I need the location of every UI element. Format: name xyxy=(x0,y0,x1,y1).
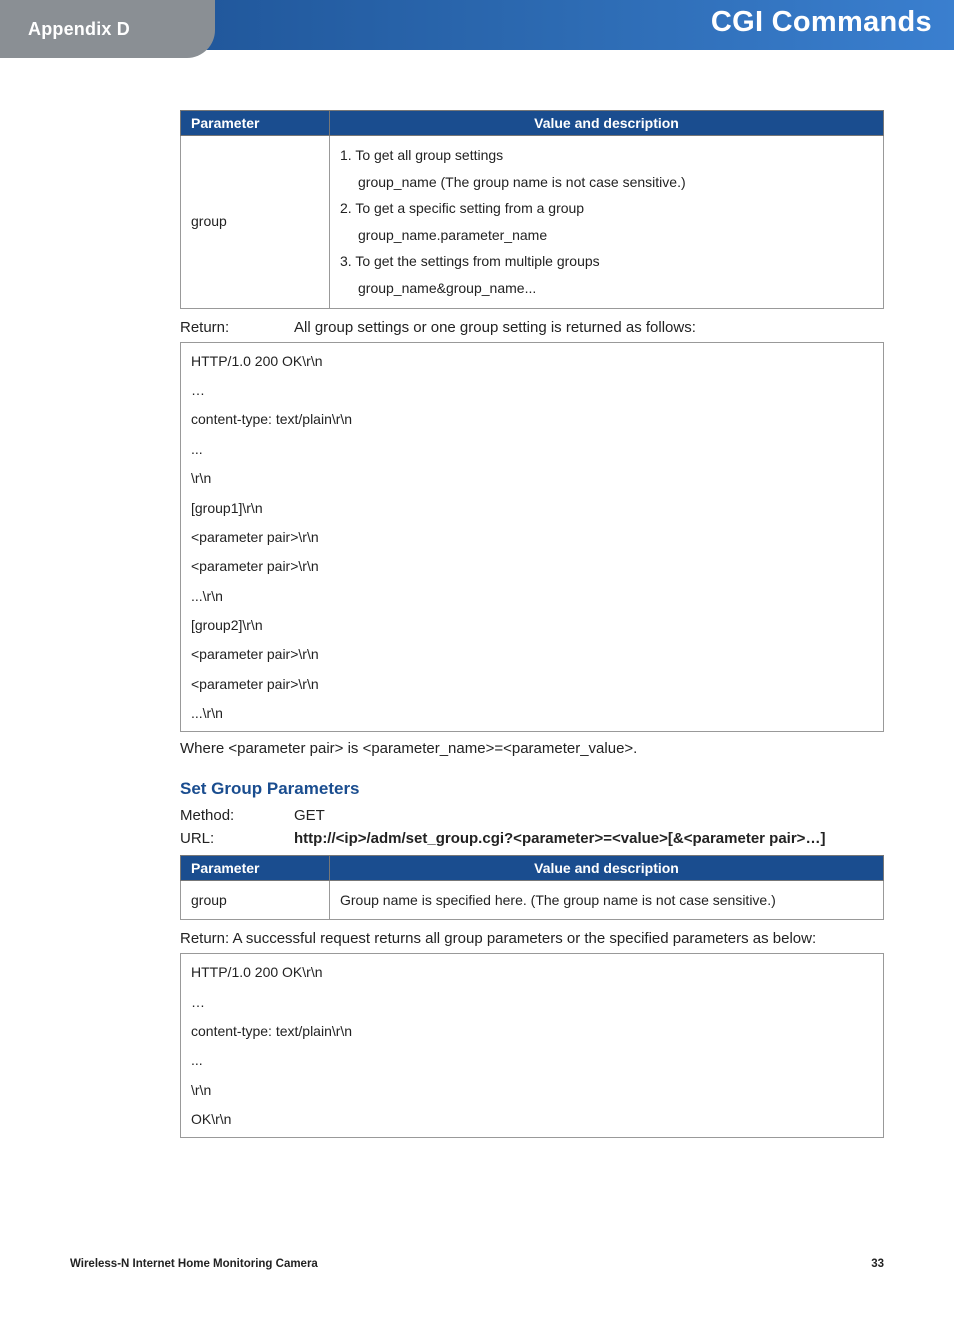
code-line: ...\r\n xyxy=(191,699,873,728)
code-line: … xyxy=(191,988,873,1017)
return-text: All group settings or one group setting … xyxy=(294,319,884,336)
t2-param-cell: group xyxy=(181,880,330,920)
code-line: <parameter pair>\r\n xyxy=(191,523,873,552)
code-line: content-type: text/plain\r\n xyxy=(191,1017,873,1046)
t1-param-cell: group xyxy=(181,136,330,309)
code-line: [group1]\r\n xyxy=(191,494,873,523)
return-label: Return: xyxy=(180,319,294,336)
t2-header-param: Parameter xyxy=(181,855,330,880)
code-line: \r\n xyxy=(191,1076,873,1105)
page-title: CGI Commands xyxy=(711,6,932,39)
t1-v1a: group_name (The group name is not case s… xyxy=(340,169,686,196)
parameter-table-2: Parameter Value and description group Gr… xyxy=(180,855,884,921)
parameter-table-1: Parameter Value and description group 1.… xyxy=(180,110,884,309)
code-line: \r\n xyxy=(191,464,873,493)
url-value: http://<ip>/adm/set_group.cgi?<parameter… xyxy=(294,830,884,847)
t1-v3: 3. To get the settings from multiple gro… xyxy=(340,253,600,269)
code-line: <parameter pair>\r\n xyxy=(191,640,873,669)
code-line: content-type: text/plain\r\n xyxy=(191,405,873,434)
t1-header-param: Parameter xyxy=(181,111,330,136)
t2-header-value: Value and description xyxy=(330,855,884,880)
code-line: … xyxy=(191,376,873,405)
url-row: URL: http://<ip>/adm/set_group.cgi?<para… xyxy=(180,830,884,847)
table-row: group 1. To get all group settings group… xyxy=(181,136,884,309)
response-code-2: HTTP/1.0 200 OK\r\n … content-type: text… xyxy=(180,953,884,1137)
code-line: <parameter pair>\r\n xyxy=(191,552,873,581)
url-label: URL: xyxy=(180,830,294,847)
code-line: ... xyxy=(191,1046,873,1075)
t1-v3a: group_name&group_name... xyxy=(340,275,536,302)
appendix-label: Appendix D xyxy=(28,19,130,40)
appendix-tab: Appendix D xyxy=(0,0,215,58)
t1-header-value: Value and description xyxy=(330,111,884,136)
code-line: OK\r\n xyxy=(191,1105,873,1134)
page-header: Appendix D CGI Commands xyxy=(0,0,954,50)
response-code-1: HTTP/1.0 200 OK\r\n … content-type: text… xyxy=(180,342,884,732)
t1-v1: 1. To get all group settings xyxy=(340,147,503,163)
section-set-group: Set Group Parameters xyxy=(180,779,884,799)
t1-v2: 2. To get a specific setting from a grou… xyxy=(340,200,584,216)
t1-v2a: group_name.parameter_name xyxy=(340,222,547,249)
code-line: HTTP/1.0 200 OK\r\n xyxy=(191,958,873,987)
footer-product: Wireless-N Internet Home Monitoring Came… xyxy=(70,1258,318,1270)
method-value: GET xyxy=(294,807,884,824)
parameter-pair-note: Where <parameter pair> is <parameter_nam… xyxy=(180,740,884,757)
return-row-1: Return: All group settings or one group … xyxy=(180,319,884,336)
code-line: <parameter pair>\r\n xyxy=(191,670,873,699)
t2-value-cell: Group name is specified here. (The group… xyxy=(330,880,884,920)
code-line: HTTP/1.0 200 OK\r\n xyxy=(191,347,873,376)
code-line: ... xyxy=(191,435,873,464)
t1-value-cell: 1. To get all group settings group_name … xyxy=(330,136,884,309)
method-row: Method: GET xyxy=(180,807,884,824)
code-line: [group2]\r\n xyxy=(191,611,873,640)
code-line: ...\r\n xyxy=(191,582,873,611)
footer-page-number: 33 xyxy=(871,1258,884,1270)
page-footer: Wireless-N Internet Home Monitoring Came… xyxy=(180,1258,884,1310)
return-note-2: Return: A successful request returns all… xyxy=(180,930,884,947)
method-label: Method: xyxy=(180,807,294,824)
table-row: group Group name is specified here. (The… xyxy=(181,880,884,920)
